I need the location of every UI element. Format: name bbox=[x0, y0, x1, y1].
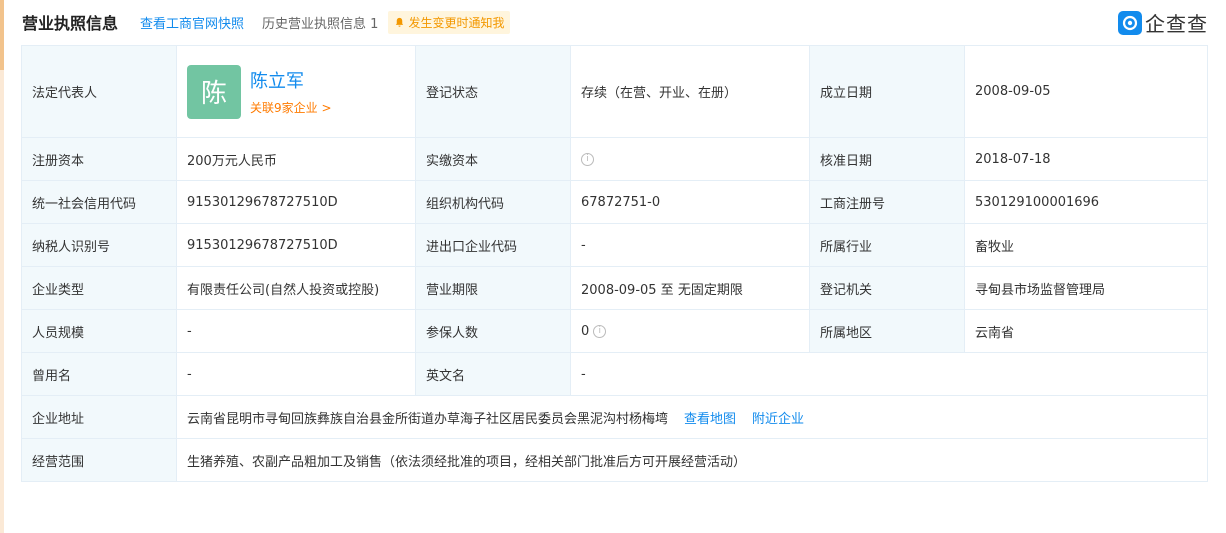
org-code-label: 组织机构代码 bbox=[415, 180, 571, 224]
table-row: 人员规模 - 参保人数 0i 所属地区 云南省 bbox=[21, 309, 1208, 353]
former-name-value: - bbox=[176, 352, 416, 396]
table-row: 统一社会信用代码 91530129678727510D 组织机构代码 67872… bbox=[21, 180, 1208, 224]
bell-icon bbox=[396, 17, 404, 27]
staff-size-value: - bbox=[176, 309, 416, 353]
table-row: 曾用名 - 英文名 - bbox=[21, 352, 1208, 396]
table-row: 企业地址 云南省昆明市寻甸回族彝族自治县金所街道办草海子社区居民委员会黑泥沟村杨… bbox=[21, 395, 1208, 439]
insured-value: 0 bbox=[581, 323, 590, 339]
approve-date-value: 2018-07-18 bbox=[964, 137, 1208, 181]
brand-logo: 企查查 bbox=[1118, 8, 1208, 37]
former-name-label: 曾用名 bbox=[21, 352, 177, 396]
table-row: 纳税人识别号 91530129678727510D 进出口企业代码 - 所属行业… bbox=[21, 223, 1208, 267]
reg-number-label: 工商注册号 bbox=[809, 180, 965, 224]
view-map-link[interactable]: 查看地图 bbox=[684, 412, 736, 427]
industry-value: 畜牧业 bbox=[964, 223, 1208, 267]
nearby-companies-link[interactable]: 附近企业 bbox=[752, 412, 804, 427]
left-accent-highlight bbox=[0, 0, 4, 70]
reg-status-value: 存续（在营、开业、在册） bbox=[570, 45, 810, 138]
left-accent-bar bbox=[0, 0, 4, 533]
import-export-value: - bbox=[570, 223, 810, 267]
term-value: 2008-09-05 至 无固定期限 bbox=[570, 266, 810, 310]
address-cell: 云南省昆明市寻甸回族彝族自治县金所街道办草海子社区居民委员会黑泥沟村杨梅塆 查看地… bbox=[176, 395, 1208, 439]
staff-size-label: 人员规模 bbox=[21, 309, 177, 353]
region-value: 云南省 bbox=[964, 309, 1208, 353]
related-companies-link[interactable]: 关联9家企业 > bbox=[250, 99, 332, 116]
section-header: 营业执照信息 查看工商官网快照 历史营业执照信息 1 发生变更时通知我 企查查 bbox=[22, 8, 1212, 36]
info-icon[interactable]: i bbox=[581, 152, 594, 166]
reg-capital-value: 200万元人民币 bbox=[176, 137, 416, 181]
notify-button[interactable]: 发生变更时通知我 bbox=[388, 10, 511, 34]
license-info-table: 法定代表人 陈 陈立军 关联9家企业 > 登记状态 存续（在营、开业、在册） 成… bbox=[21, 45, 1208, 482]
taxpayer-id-label: 纳税人识别号 bbox=[21, 223, 177, 267]
snapshot-link[interactable]: 查看工商官网快照 bbox=[140, 13, 244, 32]
company-type-value: 有限责任公司(自然人投资或控股) bbox=[176, 266, 416, 310]
paid-capital-cell: i bbox=[570, 137, 810, 181]
insured-label: 参保人数 bbox=[415, 309, 571, 353]
table-row: 经营范围 生猪养殖、农副产品粗加工及销售（依法须经批准的项目，经相关部门批准后方… bbox=[21, 438, 1208, 482]
paid-capital-label: 实缴资本 bbox=[415, 137, 571, 181]
org-code-value: 67872751-0 bbox=[570, 180, 810, 224]
credit-code-value: 91530129678727510D bbox=[176, 180, 416, 224]
english-name-label: 英文名 bbox=[415, 352, 571, 396]
history-license-link[interactable]: 历史营业执照信息 1 bbox=[262, 13, 378, 32]
import-export-label: 进出口企业代码 bbox=[415, 223, 571, 267]
address-label: 企业地址 bbox=[21, 395, 177, 439]
info-icon[interactable]: i bbox=[593, 324, 607, 338]
avatar: 陈 bbox=[187, 64, 241, 119]
credit-code-label: 统一社会信用代码 bbox=[21, 180, 177, 224]
legal-rep-name[interactable]: 陈立军 bbox=[250, 67, 332, 93]
section-title: 营业执照信息 bbox=[22, 14, 119, 33]
reg-capital-label: 注册资本 bbox=[21, 137, 177, 181]
reg-status-label: 登记状态 bbox=[415, 45, 571, 138]
reg-number-value: 530129100001696 bbox=[964, 180, 1208, 224]
insured-cell: 0i bbox=[570, 309, 810, 353]
est-date-value: 2008-09-05 bbox=[964, 45, 1208, 138]
table-row: 法定代表人 陈 陈立军 关联9家企业 > 登记状态 存续（在营、开业、在册） 成… bbox=[21, 45, 1208, 138]
table-row: 注册资本 200万元人民币 实缴资本 i 核准日期 2018-07-18 bbox=[21, 137, 1208, 181]
notify-label: 发生变更时通知我 bbox=[408, 15, 505, 30]
address-value: 云南省昆明市寻甸回族彝族自治县金所街道办草海子社区居民委员会黑泥沟村杨梅塆 bbox=[187, 411, 669, 427]
region-label: 所属地区 bbox=[809, 309, 965, 353]
term-label: 营业期限 bbox=[415, 266, 571, 310]
taxpayer-id-value: 91530129678727510D bbox=[176, 223, 416, 267]
approve-date-label: 核准日期 bbox=[809, 137, 965, 181]
legal-rep-label: 法定代表人 bbox=[21, 45, 177, 138]
scope-value: 生猪养殖、农副产品粗加工及销售（依法须经批准的项目，经相关部门批准后方可开展经营… bbox=[176, 438, 1208, 482]
company-type-label: 企业类型 bbox=[21, 266, 177, 310]
scope-label: 经营范围 bbox=[21, 438, 177, 482]
industry-label: 所属行业 bbox=[809, 223, 965, 267]
table-row: 企业类型 有限责任公司(自然人投资或控股) 营业期限 2008-09-05 至 … bbox=[21, 266, 1208, 310]
authority-label: 登记机关 bbox=[809, 266, 965, 310]
brand-name: 企查查 bbox=[1145, 12, 1208, 36]
authority-value: 寻甸县市场监督管理局 bbox=[964, 266, 1208, 310]
legal-rep-cell: 陈 陈立军 关联9家企业 > bbox=[176, 45, 416, 138]
english-name-value: - bbox=[570, 352, 1208, 396]
est-date-label: 成立日期 bbox=[809, 45, 965, 138]
brand-icon bbox=[1118, 10, 1142, 35]
